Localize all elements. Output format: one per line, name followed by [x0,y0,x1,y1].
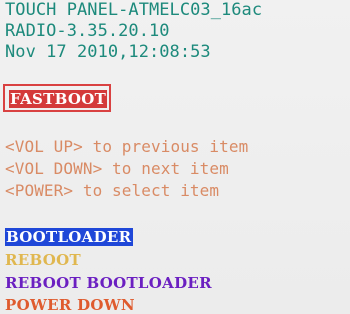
fastboot-mode-box: FASTBOOT [3,84,111,112]
menu-item-power-down[interactable]: POWER DOWN [5,296,135,314]
menu-item-reboot[interactable]: REBOOT [5,251,81,269]
menu-item-reboot-bootloader[interactable]: REBOOT BOOTLOADER [5,274,212,292]
fastboot-mode-label: FASTBOOT [9,90,108,108]
fastboot-screen: TOUCH PANEL-ATMELC03_16ac RADIO-3.35.20.… [0,0,350,314]
instruction-vol-down: <VOL DOWN> to next item [5,159,229,178]
build-date: Nov 17 2010,12:08:53 [5,42,211,62]
instruction-vol-up: <VOL UP> to previous item [5,137,249,156]
radio-version: RADIO-3.35.20.10 [5,21,170,41]
menu-item-bootloader[interactable]: BOOTLOADER [5,228,134,246]
instruction-power: <POWER> to select item [5,181,220,200]
touch-panel-info: TOUCH PANEL-ATMELC03_16ac [5,0,263,20]
